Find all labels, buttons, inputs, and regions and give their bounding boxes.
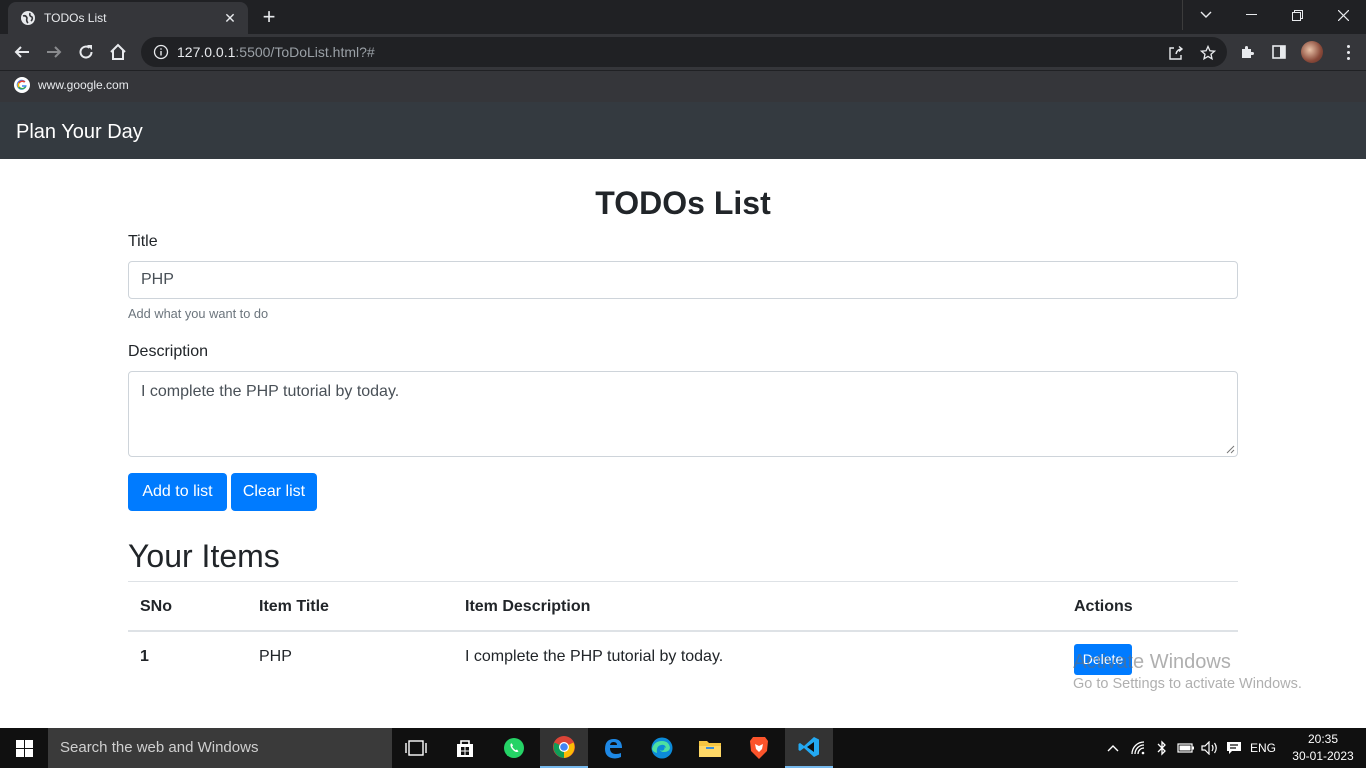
activate-windows-watermark: Activate Windows Go to Settings to activ…: [1073, 650, 1302, 694]
browser-tabstrip: TODOs List ✕ +: [0, 0, 1366, 34]
home-icon[interactable]: [104, 38, 132, 66]
address-bar[interactable]: 127.0.0.1:5500/ToDoList.html?#: [141, 37, 1227, 67]
bookmark-star-icon[interactable]: [1199, 44, 1217, 62]
wifi-icon[interactable]: [1130, 728, 1148, 768]
column-header-title: Item Title: [259, 598, 329, 615]
notifications-icon[interactable]: [1224, 728, 1244, 768]
taskbar-clock[interactable]: 20:35 30-01-2023: [1280, 731, 1366, 765]
edge-icon[interactable]: [638, 728, 686, 768]
profile-avatar[interactable]: [1301, 41, 1323, 63]
row-title: PHP: [259, 648, 292, 665]
title-help-text: Add what you want to do: [128, 306, 269, 321]
volume-icon[interactable]: [1200, 728, 1220, 768]
chrome-menu-icon[interactable]: [1338, 42, 1358, 62]
close-window-button[interactable]: [1320, 0, 1366, 30]
page-title: TODOs List: [595, 185, 771, 221]
column-header-actions: Actions: [1074, 598, 1133, 615]
tab-title: TODOs List: [44, 11, 107, 25]
task-view-icon[interactable]: [392, 728, 440, 768]
restore-button[interactable]: [1274, 0, 1320, 30]
row-description: I complete the PHP tutorial by today.: [465, 648, 724, 665]
clear-list-button[interactable]: Clear list: [231, 473, 317, 511]
whatsapp-icon[interactable]: [490, 728, 538, 768]
page-navbar: Plan Your Day: [0, 102, 1366, 159]
browser-tab[interactable]: TODOs List ✕: [8, 2, 248, 34]
column-header-description: Item Description: [465, 598, 591, 615]
clock-date: 30-01-2023: [1292, 749, 1354, 763]
bookmark-google[interactable]: www.google.com: [14, 77, 129, 93]
side-panel-icon[interactable]: [1269, 42, 1289, 62]
title-input[interactable]: PHP: [128, 261, 1238, 299]
watermark-subtitle: Go to Settings to activate Windows.: [1073, 676, 1302, 692]
vscode-icon[interactable]: [785, 728, 833, 768]
bookmarks-bar: www.google.com: [0, 70, 1366, 102]
description-textarea[interactable]: I complete the PHP tutorial by today.: [128, 371, 1238, 457]
resize-grip-icon[interactable]: [1226, 445, 1235, 454]
reload-icon[interactable]: [72, 38, 100, 66]
description-label: Description: [128, 343, 209, 360]
edge-legacy-icon[interactable]: [589, 728, 637, 768]
store-icon[interactable]: [441, 728, 489, 768]
bluetooth-icon[interactable]: [1154, 728, 1170, 768]
forward-arrow-icon[interactable]: [40, 38, 68, 66]
file-explorer-icon[interactable]: [686, 728, 734, 768]
your-items-heading: Your Items: [128, 538, 280, 574]
close-tab-icon[interactable]: ✕: [222, 10, 238, 27]
table-header-row: SNo Item Title Item Description Actions: [128, 581, 1238, 632]
extensions-icon[interactable]: [1237, 42, 1257, 62]
show-hidden-icons-icon[interactable]: [1104, 728, 1122, 768]
url-path: :5500/ToDoList.html?#: [235, 44, 375, 60]
windows-start-icon[interactable]: [0, 728, 48, 768]
back-arrow-icon[interactable]: [8, 38, 36, 66]
title-label: Title: [128, 233, 158, 250]
browser-toolbar: 127.0.0.1:5500/ToDoList.html?#: [0, 34, 1366, 70]
google-icon: [14, 77, 30, 93]
chrome-icon[interactable]: [540, 728, 588, 768]
taskbar-search-box[interactable]: Search the web and Windows: [48, 728, 392, 768]
battery-icon[interactable]: [1176, 728, 1196, 768]
clock-time: 20:35: [1307, 732, 1339, 746]
share-icon[interactable]: [1167, 44, 1185, 62]
language-indicator[interactable]: ENG: [1248, 728, 1278, 768]
globe-icon: [20, 10, 36, 26]
brave-icon[interactable]: [735, 728, 783, 768]
column-header-sno: SNo: [140, 598, 172, 615]
new-tab-button[interactable]: +: [256, 5, 282, 31]
bookmark-label: www.google.com: [38, 78, 129, 92]
table-row: 1 PHP I complete the PHP tutorial by tod…: [128, 632, 1238, 692]
watermark-title: Activate Windows: [1073, 651, 1231, 673]
add-to-list-button[interactable]: Add to list: [128, 473, 227, 511]
description-text: I complete the PHP tutorial by today.: [141, 383, 400, 400]
row-sno: 1: [140, 648, 149, 665]
url-host: 127.0.0.1: [177, 44, 236, 60]
navbar-brand[interactable]: Plan Your Day: [16, 120, 143, 144]
windows-taskbar: Search the web and Windows ENG 20:35 30-…: [0, 728, 1366, 768]
minimize-button[interactable]: [1228, 0, 1274, 30]
tab-search-button[interactable]: [1182, 0, 1228, 30]
site-info-icon[interactable]: [153, 44, 169, 60]
